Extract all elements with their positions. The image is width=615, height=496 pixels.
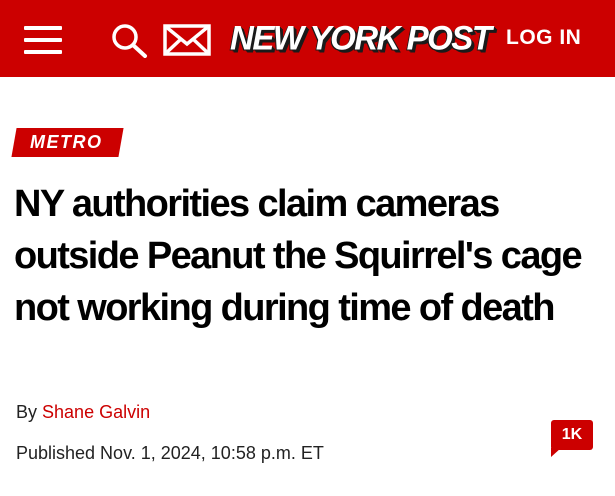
section-tag-label: METRO bbox=[30, 132, 103, 152]
top-navigation-bar: NEW YORK POST LOG IN bbox=[0, 0, 615, 77]
login-button[interactable]: LOG IN bbox=[506, 26, 581, 50]
author-link[interactable]: Shane Galvin bbox=[42, 402, 150, 422]
byline-prefix: By bbox=[16, 402, 38, 422]
article-headline: NY authorities claim cameras outside Pea… bbox=[14, 183, 583, 329]
comment-bubble-icon: 1K bbox=[551, 420, 593, 450]
search-icon[interactable] bbox=[110, 22, 150, 58]
new-york-post-logo[interactable]: NEW YORK POST bbox=[222, 10, 492, 66]
comment-bubble-tail bbox=[551, 448, 561, 457]
section-tag-metro[interactable]: METRO bbox=[11, 128, 124, 157]
logo-text: NEW YORK POST bbox=[230, 18, 492, 57]
comments-button[interactable]: 1K bbox=[551, 420, 593, 457]
byline: By Shane Galvin bbox=[16, 402, 150, 423]
mail-icon[interactable] bbox=[163, 24, 211, 56]
hamburger-icon[interactable] bbox=[24, 26, 62, 54]
comments-count: 1K bbox=[561, 426, 583, 443]
published-date: Published Nov. 1, 2024, 10:58 p.m. ET bbox=[16, 443, 324, 463]
